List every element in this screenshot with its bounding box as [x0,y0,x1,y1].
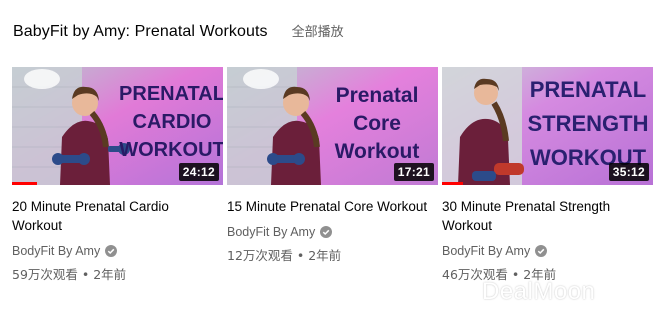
channel-row[interactable]: BodyFit By Amy [12,244,223,258]
video-thumbnail[interactable]: PRENATAL STRENGTH WORKOUT 35:12 [442,67,653,185]
video-title[interactable]: 15 Minute Prenatal Core Workout [227,197,432,216]
shelf-title[interactable]: BabyFit by Amy: Prenatal Workouts [13,23,268,41]
thumb-title-line: PRENATAL [530,77,647,102]
video-card: Prenatal Core Workout 17:21 15 Minute Pr… [227,67,438,283]
video-title[interactable]: 20 Minute Prenatal Cardio Workout [12,197,217,235]
thumb-title-line: PRENATAL [119,83,223,105]
play-all-button[interactable]: 全部播放 [292,21,344,40]
watch-progress-bar [12,182,38,185]
verified-check-icon [535,245,548,257]
video-card: PRENATAL CARDIO WORKOUT 24:12 20 Minute … [12,67,223,283]
video-card: PRENATAL STRENGTH WORKOUT 35:12 30 Minut… [442,67,653,283]
channel-name: BodyFit By Amy [227,225,316,239]
thumb-title-line: Core [353,112,401,135]
thumb-title-line: CARDIO [133,111,212,133]
video-duration: 17:21 [393,163,434,181]
video-cards: PRENATAL CARDIO WORKOUT 24:12 20 Minute … [12,67,653,283]
shelf-header: BabyFit by Amy: Prenatal Workouts 全部播放 [13,21,344,41]
verified-check-icon [105,245,118,257]
channel-name: BodyFit By Amy [12,244,101,258]
channel-row[interactable]: BodyFit By Amy [227,225,438,239]
channel-name: BodyFit By Amy [442,244,531,258]
video-duration: 24:12 [178,163,219,181]
channel-row[interactable]: BodyFit By Amy [442,244,653,258]
thumb-title-line: WORKOUT [119,139,223,161]
verified-check-icon [320,226,333,238]
thumb-title-line: Workout [335,140,420,163]
video-meta: 59万次观看 • 2年前 [12,267,127,282]
video-title[interactable]: 30 Minute Prenatal Strength Workout [442,197,647,235]
video-thumbnail[interactable]: Prenatal Core Workout 17:21 [227,67,438,185]
video-thumbnail[interactable]: PRENATAL CARDIO WORKOUT 24:12 [12,67,223,185]
video-duration: 35:12 [608,163,649,181]
thumb-title-line: STRENGTH [528,111,649,136]
watch-progress-bar [442,182,464,185]
thumb-title-line: Prenatal [336,84,419,107]
video-meta: 12万次观看 • 2年前 [227,248,342,263]
watermark-logo: DealMoon [482,278,596,305]
